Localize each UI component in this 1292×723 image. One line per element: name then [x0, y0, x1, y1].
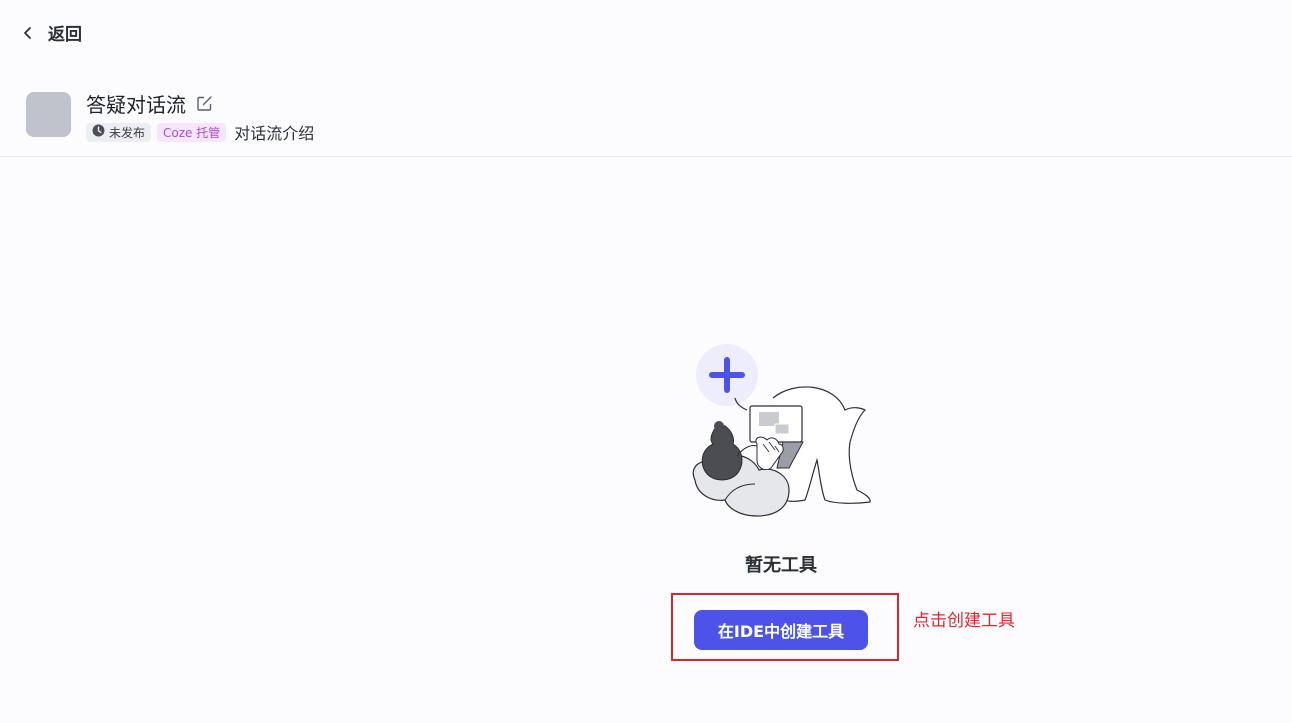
- back-link[interactable]: 返回: [22, 20, 82, 45]
- clock-icon: [92, 124, 105, 140]
- host-badge: Coze 托管: [157, 122, 227, 142]
- create-tool-in-ide-button[interactable]: 在IDE中创建工具: [694, 610, 868, 650]
- workflow-description: 对话流介绍: [234, 124, 315, 143]
- status-badge-label: 未发布: [109, 125, 146, 140]
- status-badge: 未发布: [86, 122, 152, 142]
- workflow-header: 答疑对话流 未发布 Coze 托管 对话流介绍: [26, 88, 314, 144]
- chevron-left-icon: [22, 26, 34, 40]
- workflow-avatar: [26, 92, 71, 137]
- empty-state-message: 暂无工具: [745, 555, 817, 576]
- back-label: 返回: [48, 25, 82, 45]
- annotation-text: 点击创建工具: [913, 611, 1015, 631]
- workflow-title: 答疑对话流: [86, 92, 186, 117]
- header-divider: [0, 156, 1292, 157]
- empty-state-illustration: [685, 340, 875, 526]
- edit-icon[interactable]: [196, 95, 213, 112]
- workflow-info: 答疑对话流 未发布 Coze 托管 对话流介绍: [86, 88, 314, 144]
